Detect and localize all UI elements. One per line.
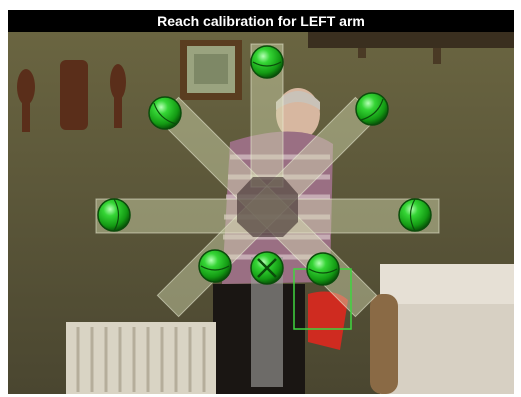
target-upper-left[interactable] xyxy=(148,96,182,130)
target-left[interactable] xyxy=(97,198,131,232)
radiator xyxy=(66,322,216,394)
target-ball-icon xyxy=(198,249,232,283)
target-lower-right[interactable] xyxy=(306,252,340,286)
sofa xyxy=(370,264,514,394)
wall-picture xyxy=(180,40,242,100)
target-top[interactable] xyxy=(250,45,284,79)
target-center[interactable] xyxy=(250,251,284,285)
camera-view[interactable] xyxy=(8,32,514,394)
target-lower-left[interactable] xyxy=(198,249,232,283)
target-right[interactable] xyxy=(398,198,432,232)
center-hub xyxy=(237,177,298,237)
target-ball-icon xyxy=(398,198,432,232)
wall-shelf xyxy=(308,32,514,48)
target-ball-icon xyxy=(148,96,182,130)
target-ball-icon xyxy=(306,252,340,286)
target-upper-right[interactable] xyxy=(355,92,389,126)
target-ball-icon xyxy=(97,198,131,232)
target-ball-icon xyxy=(355,92,389,126)
window-title: Reach calibration for LEFT arm xyxy=(8,10,514,32)
calibration-window: Reach calibration for LEFT arm xyxy=(0,0,521,397)
target-ball-icon xyxy=(250,45,284,79)
calibration-overlay xyxy=(8,32,514,394)
